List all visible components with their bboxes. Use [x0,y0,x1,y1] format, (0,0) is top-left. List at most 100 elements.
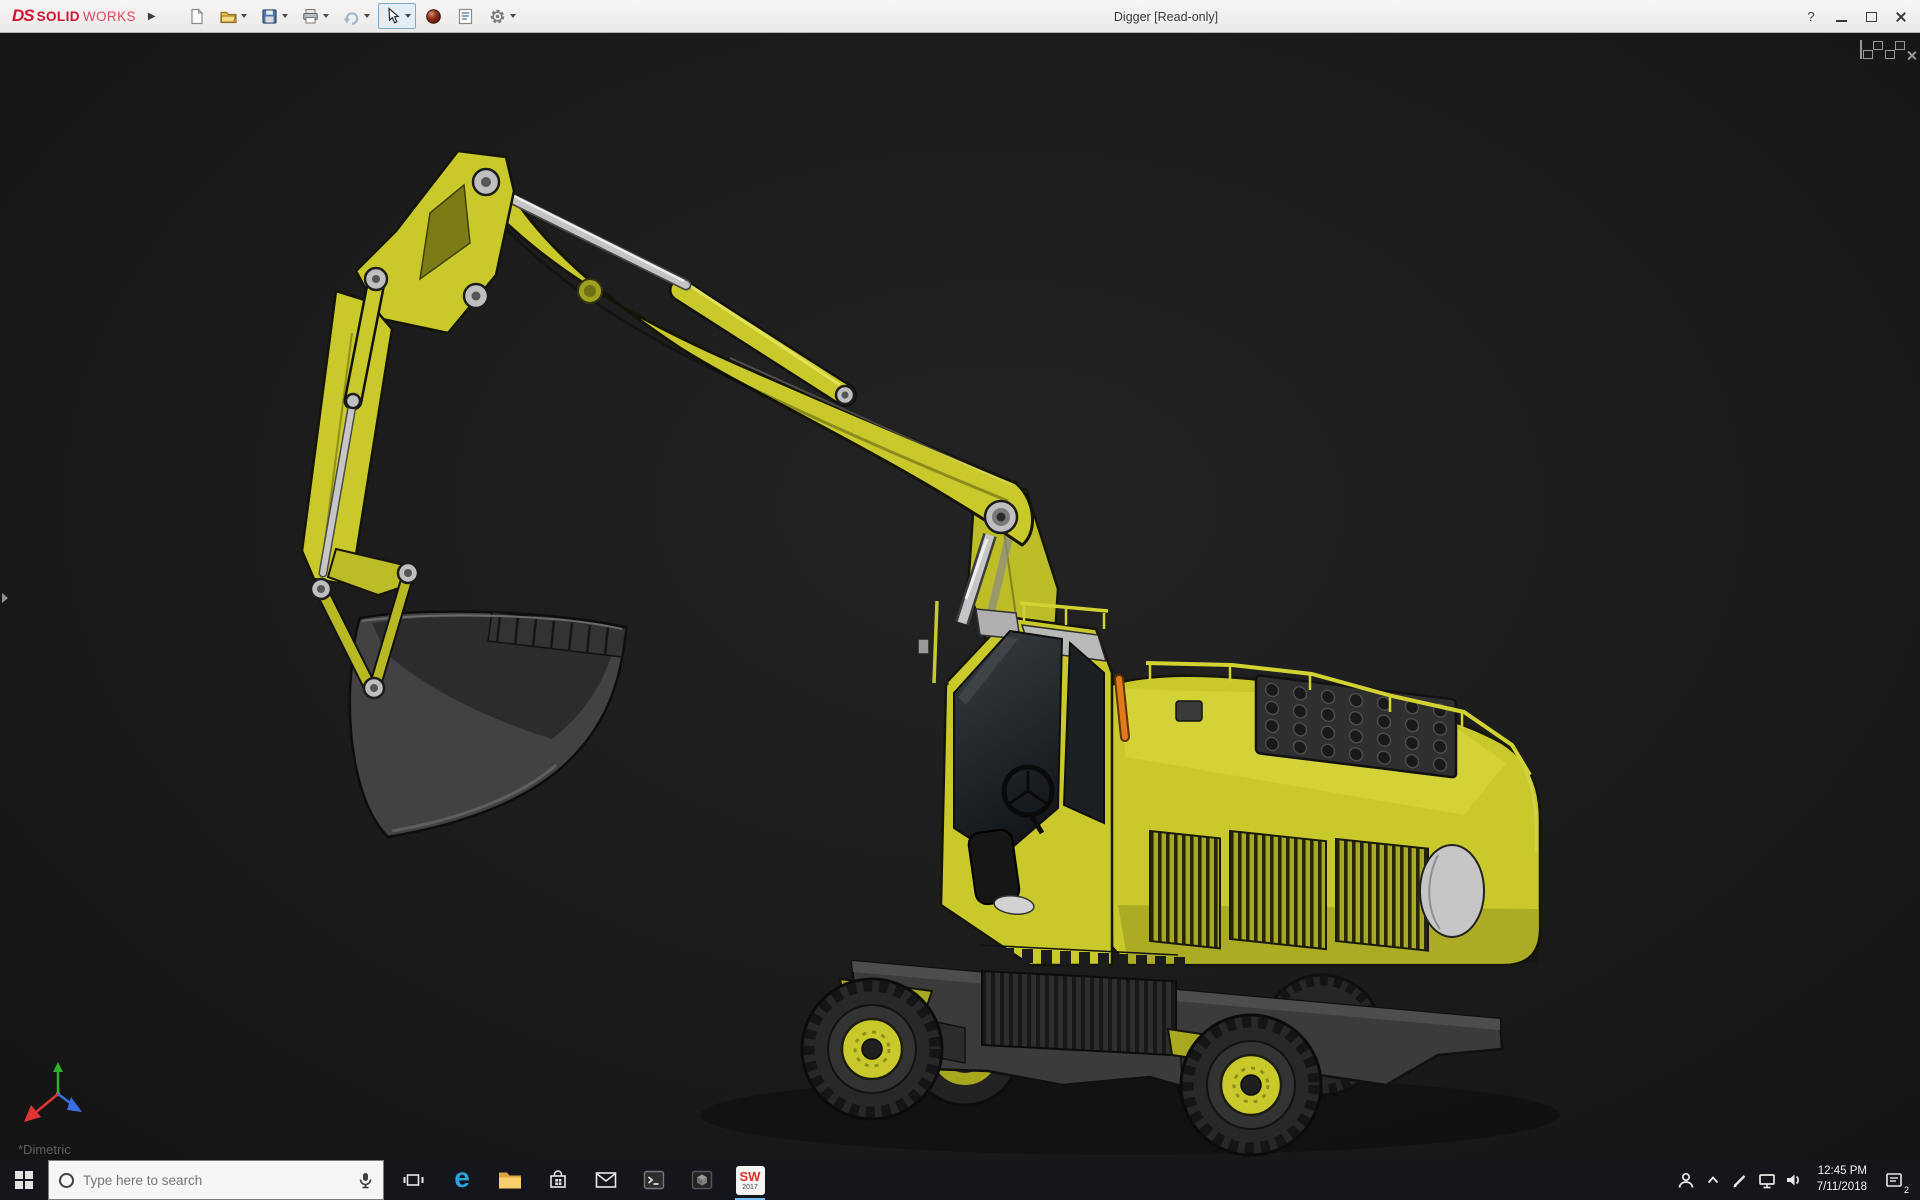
feature-panel-expand-tab[interactable] [0,585,12,611]
save-button[interactable] [255,3,293,29]
evaluate-button[interactable] [451,3,480,29]
solidworks-logo: DS SOLID WORKS [0,6,144,26]
save-icon [262,8,277,24]
chevron-up-icon [1708,1176,1719,1184]
solidworks-app-icon: SW 2017 [735,1165,765,1195]
start-button[interactable] [0,1160,48,1200]
network-icon [1759,1174,1776,1189]
logo-text-solid: SOLID [36,9,80,24]
excavator-model[interactable] [0,33,1920,1160]
options-dropdown-caret[interactable] [509,14,516,18]
print-dropdown-caret[interactable] [322,14,329,18]
new-document-button[interactable] [182,3,211,29]
mail-button[interactable] [582,1160,630,1200]
cortana-circle-icon [59,1172,74,1188]
maximize-button[interactable] [1856,0,1886,33]
open-folder-icon [220,11,237,23]
open-dropdown-caret[interactable] [240,14,247,18]
taskbar-search[interactable] [48,1160,384,1200]
engine-compartment[interactable] [1108,661,1542,967]
appearance-sphere-icon [425,8,441,24]
volume-button[interactable] [1781,1160,1808,1200]
exhaust-stack[interactable] [1114,674,1130,742]
microphone-icon[interactable] [358,1172,373,1189]
3d-viewer-icon [691,1170,713,1190]
logo-text-works: WORKS [82,9,136,24]
new-document-icon [191,7,203,24]
action-center-icon [1885,1173,1902,1187]
close-button[interactable] [1886,0,1916,33]
hidden-icons-button[interactable] [1700,1160,1727,1200]
document-window-controls [1860,40,1906,59]
taskbar-clock[interactable]: 12:45 PM 7/11/2018 [1808,1164,1876,1195]
print-icon [302,8,318,23]
z-axis-arrow [67,1097,82,1112]
options-gear-icon [490,9,504,23]
file-explorer-button[interactable] [486,1160,534,1200]
task-view-button[interactable] [390,1160,438,1200]
stick-cylinder[interactable] [494,187,857,407]
taskbar: e [0,1160,1920,1200]
rear-left-wheel[interactable] [1179,1013,1323,1157]
clock-time: 12:45 PM [1817,1165,1867,1178]
terminal-icon [643,1170,665,1190]
maximize-icon [1865,11,1877,22]
terminal-button[interactable] [630,1160,678,1200]
edge-icon: e [454,1162,470,1193]
minimize-button[interactable] [1826,0,1856,33]
taskbar-apps: e SW 2017 [390,1160,774,1200]
toolbar-flyout-arrow-icon[interactable]: ▶ [148,11,156,22]
side-window [1062,640,1105,825]
pen-icon [1733,1175,1746,1188]
system-tray: 12:45 PM 7/11/2018 2 [1673,1160,1920,1200]
pen-button[interactable] [1727,1160,1754,1200]
appearance-button[interactable] [419,3,448,29]
new-window-icon [1860,40,1862,59]
windows-logo-icon [15,1171,33,1189]
cab[interactable] [917,600,1114,967]
print-button[interactable] [296,3,334,29]
store-button[interactable] [534,1160,582,1200]
orientation-triad[interactable] [22,1060,92,1130]
open-button[interactable] [214,3,252,29]
network-button[interactable] [1754,1160,1781,1200]
window-controls: ? [1796,0,1916,33]
action-center-button[interactable]: 2 [1876,1160,1912,1200]
select-tool-button[interactable] [377,3,416,29]
close-icon [1895,11,1907,23]
screen: DS SOLID WORKS ▶ Digger [Read-only] ? *D… [0,0,1920,1200]
chevron-right-icon [2,593,8,603]
volume-icon [1787,1174,1800,1186]
3d-viewer-button[interactable] [678,1160,726,1200]
undo-button[interactable] [337,3,375,29]
select-dropdown-caret[interactable] [404,14,411,18]
graphics-viewport[interactable]: *Dimetric [0,33,1920,1160]
new-window-button[interactable] [1860,40,1862,59]
mail-icon [595,1172,617,1188]
undo-dropdown-caret[interactable] [363,14,370,18]
front-left-wheel[interactable] [800,977,944,1121]
titlebar: DS SOLID WORKS ▶ Digger [Read-only] ? [0,0,1920,33]
view-orientation-label: *Dimetric [18,1142,71,1157]
store-icon [550,1170,566,1188]
document-title: Digger [Read-only] [1113,9,1219,24]
edge-button[interactable]: e [438,1160,486,1200]
file-explorer-icon [499,1172,521,1189]
ds-logo-icon: DS [12,6,35,25]
save-dropdown-caret[interactable] [281,14,288,18]
undo-icon [343,11,358,25]
evaluate-icon [458,8,472,24]
people-button[interactable] [1673,1160,1700,1200]
help-button[interactable]: ? [1796,0,1826,33]
y-axis-arrow [53,1062,63,1072]
people-icon [1678,1172,1694,1188]
mirror [917,638,930,655]
seat [967,828,1021,906]
main-toolbar [182,3,521,29]
notification-badge: 2 [1903,1185,1909,1195]
solidworks-app-button[interactable]: SW 2017 [726,1160,774,1200]
minimize-icon [1835,19,1847,22]
search-input[interactable] [83,1172,349,1188]
options-button[interactable] [483,3,521,29]
x-axis-arrow [24,1105,41,1122]
